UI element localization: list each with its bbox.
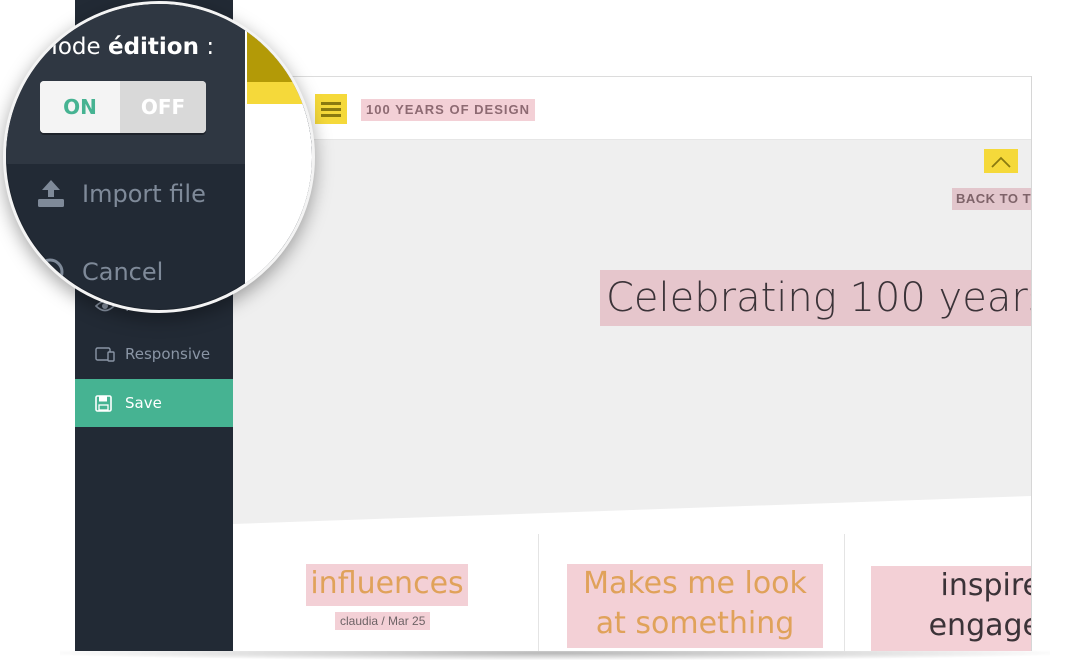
- hero-headline: Celebrating 100 years of: [600, 270, 1031, 326]
- upload-icon: [36, 180, 70, 208]
- edit-mode-toggle[interactable]: ON OFF: [40, 81, 206, 133]
- save-button[interactable]: Save: [75, 379, 233, 427]
- lens-divider: [245, 4, 247, 310]
- website-preview: 100 YEARS OF DESIGN BACK TO TOP Celebrat…: [233, 76, 1032, 651]
- zoom-lens: Mode édition : ON OFF Import file Cancel: [3, 1, 315, 313]
- card-title: influences: [306, 564, 468, 606]
- site-header: 100 YEARS OF DESIGN: [233, 76, 1031, 140]
- save-label: Save: [125, 394, 162, 412]
- card-meta: claudia / Mar 25: [335, 612, 431, 630]
- responsive-label: Responsive: [125, 345, 211, 363]
- article-card[interactable]: influences claudia / Mar 25: [233, 534, 539, 651]
- cancel-button[interactable]: Cancel: [36, 258, 163, 286]
- article-card[interactable]: Makes me look at something: [539, 534, 845, 651]
- chevron-up-icon[interactable]: [984, 149, 1018, 173]
- cancel-label: Cancel: [82, 258, 164, 286]
- lens-menu-block: [246, 82, 304, 104]
- toggle-off[interactable]: OFF: [120, 81, 206, 133]
- hamburger-icon[interactable]: [315, 94, 347, 124]
- import-file-button[interactable]: Import file: [36, 180, 206, 208]
- floppy-disk-icon: [95, 394, 117, 412]
- cancel-icon: [36, 258, 70, 286]
- card-title: Makes me look at something: [567, 564, 823, 648]
- site-title[interactable]: 100 YEARS OF DESIGN: [361, 99, 535, 121]
- import-file-label: Import file: [82, 180, 206, 208]
- toggle-on[interactable]: ON: [40, 81, 120, 133]
- article-card[interactable]: inspire engage: [845, 534, 1031, 651]
- responsive-button[interactable]: Responsive: [75, 330, 233, 378]
- back-to-top-link[interactable]: BACK TO TOP: [952, 188, 1031, 210]
- tablet-icon: [95, 346, 117, 362]
- lens-logo-block: [246, 4, 306, 82]
- edit-mode-label: Mode édition :: [38, 34, 215, 60]
- card-title: inspire engage: [871, 566, 1031, 651]
